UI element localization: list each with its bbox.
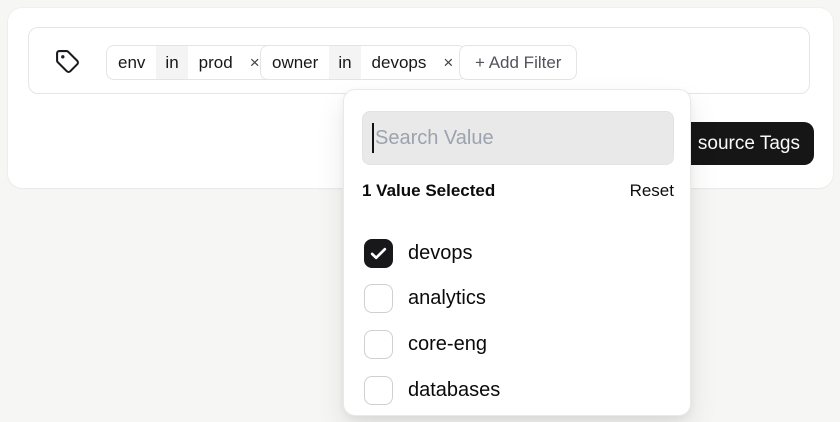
selection-summary-row: 1 Value Selected Reset [362, 180, 674, 202]
option-row[interactable]: databases [364, 376, 664, 405]
search-value-input[interactable] [362, 111, 674, 165]
chip-value: prod [188, 46, 244, 79]
filter-chip-owner[interactable]: owner in devops × [260, 45, 466, 80]
chip-value: devops [361, 46, 438, 79]
chip-field: env [107, 46, 156, 79]
search-field-wrap [362, 111, 674, 165]
filter-bar: env in prod × owner in devops × + Add Fi… [28, 27, 810, 94]
add-filter-button[interactable]: + Add Filter [459, 45, 577, 80]
option-row[interactable]: analytics [364, 284, 664, 313]
option-label: core-eng [408, 333, 487, 356]
chip-field: owner [261, 46, 329, 79]
checkbox-icon[interactable] [364, 376, 393, 405]
option-label: devops [408, 242, 473, 265]
option-row[interactable]: devops [364, 239, 664, 268]
option-label: databases [408, 379, 500, 402]
checkbox-icon[interactable] [364, 330, 393, 359]
page: env in prod × owner in devops × + Add Fi… [0, 0, 840, 422]
chip-operator: in [329, 46, 360, 79]
option-label: analytics [408, 287, 486, 310]
selection-summary: 1 Value Selected [362, 181, 495, 201]
option-row[interactable]: core-eng [364, 330, 664, 359]
tag-icon [55, 49, 80, 74]
text-caret [372, 123, 374, 153]
reset-button[interactable]: Reset [630, 181, 674, 201]
chip-operator: in [156, 46, 187, 79]
checkbox-checked-icon[interactable] [364, 239, 393, 268]
value-dropdown-panel: 1 Value Selected Reset devops analytics … [343, 89, 691, 416]
checkbox-icon[interactable] [364, 284, 393, 313]
filter-chip-env[interactable]: env in prod × [106, 45, 273, 80]
